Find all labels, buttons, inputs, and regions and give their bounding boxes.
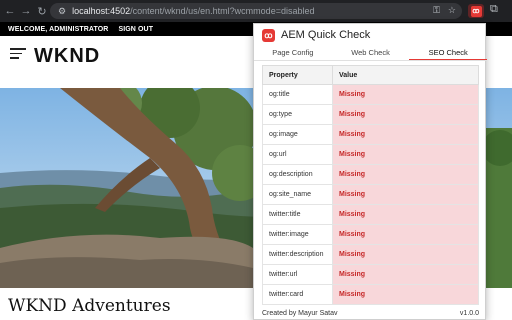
page-title: WKND Adventures xyxy=(8,296,171,316)
table-row: og:type Missing xyxy=(262,104,479,125)
menu-icon[interactable] xyxy=(10,48,26,59)
property-cell: twitter:url xyxy=(262,264,333,285)
address-bar[interactable]: ⚙ localhost:4502/content/wknd/us/en.html… xyxy=(50,3,462,19)
table-row: og:image Missing xyxy=(262,124,479,145)
property-cell: twitter:image xyxy=(262,224,333,245)
table-row: twitter:image Missing xyxy=(262,224,479,245)
value-cell: Missing xyxy=(332,104,479,125)
aem-logo-icon: ꝏ xyxy=(262,28,275,42)
extension-button[interactable]: ꝏ xyxy=(468,4,484,18)
value-cell: Missing xyxy=(332,84,479,105)
property-cell: twitter:card xyxy=(262,284,333,305)
value-cell: Missing xyxy=(332,224,479,245)
popup-title: AEM Quick Check xyxy=(281,29,371,41)
column-header-value: Value xyxy=(332,65,479,85)
key-icon[interactable]: ⚿ xyxy=(433,5,440,16)
site-info-icon[interactable]: ⚙ xyxy=(58,6,66,17)
extension-popup: ꝏ AEM Quick Check Page Config Web Check … xyxy=(253,23,488,320)
tab-web-check[interactable]: Web Check xyxy=(332,46,410,60)
popup-header: ꝏ AEM Quick Check xyxy=(254,24,487,46)
table-row: og:url Missing xyxy=(262,144,479,165)
reload-icon[interactable]: ↻ xyxy=(34,0,50,22)
signout-link[interactable]: SIGN OUT xyxy=(118,26,153,33)
value-cell: Missing xyxy=(332,164,479,185)
author-credit: Created by Mayur Satav xyxy=(262,310,338,317)
tab-page-config[interactable]: Page Config xyxy=(254,46,332,60)
version-label: v1.0.0 xyxy=(459,310,479,317)
back-icon[interactable]: ← xyxy=(2,0,18,22)
table-row: twitter:card Missing xyxy=(262,284,479,305)
welcome-text: WELCOME, ADMINISTRATOR xyxy=(8,25,109,33)
property-cell: og:url xyxy=(262,144,333,165)
aem-extension-icon: ꝏ xyxy=(470,5,482,17)
site-logo[interactable]: WKND xyxy=(34,45,100,68)
extensions-puzzle-icon[interactable]: ⧉ xyxy=(490,3,498,16)
address-text: localhost:4502/content/wknd/us/en.html?w… xyxy=(72,6,315,16)
table-row: og:title Missing xyxy=(262,84,479,105)
table-row: twitter:title Missing xyxy=(262,204,479,225)
value-cell: Missing xyxy=(332,124,479,145)
property-cell: og:type xyxy=(262,104,333,125)
table-row: og:description Missing xyxy=(262,164,479,185)
property-cell: twitter:description xyxy=(262,244,333,265)
property-cell: og:site_name xyxy=(262,184,333,205)
popup-tabs: Page Config Web Check SEO Check xyxy=(254,46,488,60)
popup-footer: Created by Mayur Satav v1.0.0 xyxy=(262,310,479,317)
value-cell: Missing xyxy=(332,284,479,305)
seo-table: Property Value og:title Missing og:type Mi… xyxy=(262,65,479,305)
value-cell: Missing xyxy=(332,184,479,205)
tab-divider xyxy=(254,60,487,61)
forward-icon[interactable]: → xyxy=(18,0,34,22)
table-row: twitter:description Missing xyxy=(262,244,479,265)
value-cell: Missing xyxy=(332,244,479,265)
value-cell: Missing xyxy=(332,144,479,165)
property-cell: og:title xyxy=(262,84,333,105)
property-cell: twitter:title xyxy=(262,204,333,225)
property-cell: og:image xyxy=(262,124,333,145)
value-cell: Missing xyxy=(332,204,479,225)
bookmark-star-icon[interactable]: ☆ xyxy=(448,5,456,16)
table-row: og:site_name Missing xyxy=(262,184,479,205)
value-cell: Missing xyxy=(332,264,479,285)
table-row: twitter:url Missing xyxy=(262,264,479,285)
column-header-property: Property xyxy=(262,65,333,85)
tab-seo-check[interactable]: SEO Check xyxy=(409,46,488,60)
property-cell: og:description xyxy=(262,164,333,185)
